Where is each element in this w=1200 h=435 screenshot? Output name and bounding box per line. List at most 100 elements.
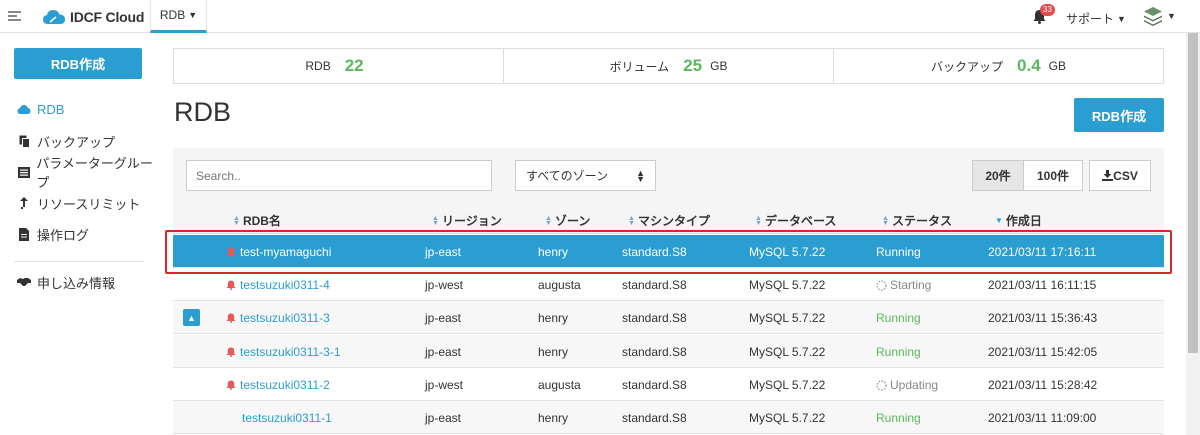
summary-rdb-label: RDB (305, 59, 331, 73)
column-header-region[interactable]: ▲ ▼ リージョン (432, 212, 502, 229)
cloud-icon (17, 102, 31, 116)
sidebar-item-operation-log[interactable]: 操作ログ (17, 225, 89, 243)
summary-backup-unit: GB (1048, 59, 1066, 73)
rdb-name-link[interactable]: testsuzuki0311-3 (226, 311, 330, 325)
sort-icon: ▲ ▼ (755, 214, 762, 227)
sidebar-item-backup[interactable]: バックアップ (17, 132, 115, 150)
rdb-name: testsuzuki0311-4 (240, 278, 330, 292)
vertical-scrollbar[interactable] (1186, 33, 1200, 435)
database-cell: MySQL 5.7.22 (749, 278, 826, 292)
status-cell: Running (876, 345, 921, 359)
csv-download-button[interactable]: CSV (1089, 160, 1151, 191)
chevron-down-icon: ▼ (1117, 13, 1126, 24)
summary-volume-label: ボリューム (609, 59, 670, 74)
sidebar-item-label: RDB (37, 101, 65, 117)
sidebar-item-rdb[interactable]: RDB (17, 100, 64, 118)
copy-icon (17, 134, 31, 148)
column-header-database[interactable]: ▲ ▼ データベース (755, 212, 836, 229)
region-cell: jp-west (425, 378, 464, 392)
sidebar-item-label: 申し込み情報 (37, 275, 116, 291)
alarm-bell-icon (226, 313, 236, 323)
table-row[interactable]: ▲ testsuzuki0311-3 jp-east henry standar… (173, 301, 1164, 334)
rdb-name-link[interactable]: testsuzuki0311-2 (226, 378, 330, 392)
column-header-created[interactable]: ▼ 作成日 (995, 212, 1042, 229)
database-cell: MySQL 5.7.22 (749, 345, 826, 359)
collapse-button[interactable]: ▲ (183, 309, 200, 326)
column-header-label: ステータス (891, 214, 952, 228)
support-menu[interactable]: サポート ▼ (1066, 10, 1126, 27)
database-cell: MySQL 5.7.22 (749, 411, 826, 425)
menu-icon[interactable] (8, 11, 21, 21)
sort-icon: ▲ ▼ (882, 214, 889, 227)
nav-tab-rdb[interactable]: RDB ▼ (150, 0, 207, 33)
create-rdb-button[interactable]: RDB作成 (1074, 98, 1164, 132)
summary-rdb: RDB 22 (174, 49, 504, 83)
zone-select[interactable]: すべてのゾーン ▲ ▼ (515, 160, 656, 191)
rdb-name: testsuzuki0311-2 (240, 378, 330, 392)
rdb-name-link[interactable]: testsuzuki0311-1 (242, 411, 332, 425)
alarm-bell-icon (226, 280, 236, 290)
page-size-100-button[interactable]: 100件 (1024, 160, 1083, 191)
status-cell: Running (876, 311, 921, 325)
sort-icon: ▲ ▼ (432, 214, 439, 227)
chevron-down-icon: ▼ (188, 10, 198, 20)
column-header-label: データベース (764, 214, 837, 228)
account-stack-icon[interactable] (1143, 6, 1163, 26)
zone-cell: augusta (538, 378, 581, 392)
machine-cell: standard.S8 (622, 411, 687, 425)
handshake-icon (17, 275, 31, 289)
rdb-name-link[interactable]: testsuzuki0311-4 (226, 278, 330, 292)
table-row[interactable]: testsuzuki0311-2 jp-west augusta standar… (173, 368, 1164, 401)
select-arrows-icon: ▲ ▼ (636, 167, 645, 184)
rdb-name-link[interactable]: testsuzuki0311-3-1 (226, 345, 341, 359)
table-row[interactable]: testsuzuki0311-3-1 jp-east henry standar… (173, 335, 1164, 368)
table-toolbar: すべてのゾーン ▲▼ 20件 100件 CSV (173, 148, 1164, 204)
table-row[interactable]: testsuzuki0311-1 jp-east henry standard.… (173, 401, 1164, 434)
summary-backup: バックアップ 0.4 GB (834, 49, 1163, 83)
sidebar-item-parameter-group[interactable]: パラメーターグループ (17, 156, 158, 190)
chevron-down-icon[interactable]: ▼ (1167, 11, 1176, 21)
selection-highlight-box (165, 230, 1172, 274)
summary-backup-label: バックアップ (931, 59, 1004, 74)
zone-cell: henry (538, 411, 569, 425)
alarm-bell-icon (226, 347, 236, 357)
sidebar-item-resource-limit[interactable]: リソースリミット (17, 194, 140, 212)
summary-volume-value: 25 (683, 56, 703, 75)
csv-label: CSV (1113, 168, 1138, 183)
sidebar-item-label: パラメーターグループ (36, 156, 153, 190)
rdb-name: testsuzuki0311-1 (242, 411, 332, 425)
column-header-name[interactable]: ▲ ▼ RDB名 (233, 212, 281, 229)
machine-cell: standard.S8 (622, 378, 687, 392)
file-icon (17, 227, 31, 241)
brand-logo[interactable]: IDCF Cloud (42, 7, 144, 27)
status-cell: Updating (876, 378, 938, 392)
region-cell: jp-east (425, 311, 462, 325)
arrow-up-icon (17, 196, 31, 210)
sidebar-item-application-info[interactable]: 申し込み情報 (17, 273, 115, 291)
column-header-machine[interactable]: ▲ ▼ マシンタイプ (628, 212, 710, 229)
download-icon (1102, 170, 1114, 181)
sidebar-create-rdb-button[interactable]: RDB作成 (14, 48, 142, 79)
region-cell: jp-east (425, 411, 462, 425)
sort-desc-icon: ▼ (995, 216, 1003, 225)
search-input[interactable] (186, 160, 492, 191)
page-size-20-button[interactable]: 20件 (972, 160, 1024, 191)
created-cell: 2021/03/11 11:09:00 (988, 411, 1097, 425)
sidebar-divider (14, 261, 144, 262)
notification-badge: 33 (1040, 4, 1055, 16)
column-header-label: RDB名 (242, 214, 281, 228)
summary-volume: ボリューム 25 GB (504, 49, 834, 83)
column-header-status[interactable]: ▲ ▼ ステータス (882, 212, 952, 229)
nav-tab-label: RDB (159, 8, 186, 22)
sort-icon: ▲ ▼ (233, 214, 240, 227)
spinner-icon (876, 279, 887, 291)
sidebar-item-label: 操作ログ (37, 227, 90, 243)
list-icon (17, 165, 30, 179)
scrollbar-thumb[interactable] (1188, 33, 1198, 353)
support-label: サポート (1066, 12, 1115, 26)
column-header-zone[interactable]: ▲ ▼ ゾーン (545, 212, 590, 229)
column-header-label: マシンタイプ (637, 214, 710, 228)
summary-volume-unit: GB (710, 59, 728, 73)
sort-icon: ▲ ▼ (628, 214, 635, 227)
column-header-label: 作成日 (1005, 214, 1042, 228)
